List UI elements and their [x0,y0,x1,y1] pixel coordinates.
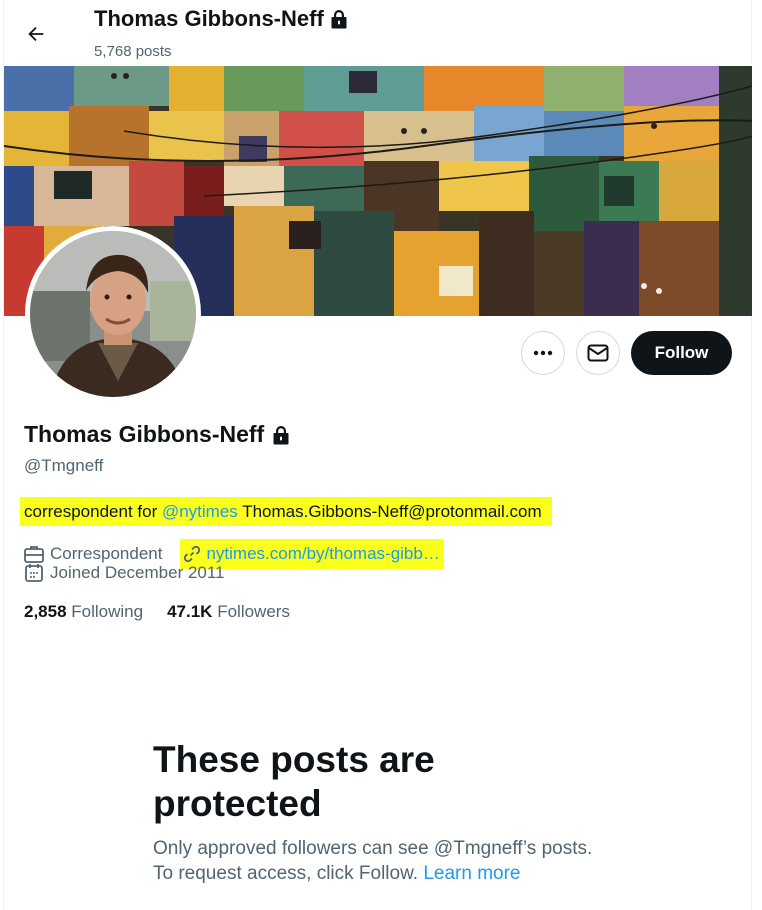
protected-line-2: To request access, click Follow. Learn m… [153,861,592,886]
follow-button[interactable]: Follow [631,331,732,375]
back-button[interactable] [16,14,56,54]
followers-link[interactable]: 47.1K Followers [167,602,290,622]
calendar-icon [25,564,43,582]
lock-icon [331,10,347,29]
profile-category: Correspondent [50,544,163,563]
header-display-name: Thomas Gibbons-Neff [94,6,324,31]
following-count: 2,858 [24,602,67,621]
profile-name-row: Thomas Gibbons-Neff [24,421,290,448]
arrow-left-icon [28,26,44,42]
website-link[interactable]: nytimes.com/by/thomas-gibb… [206,544,439,564]
follow-counts: 2,858 Following 47.1K Followers [24,602,290,622]
profile-joined: Joined December 2011 [50,563,225,582]
followers-label: Followers [217,602,290,621]
profile-bio: correspondent for @nytimes Thomas.Gibbon… [20,497,552,526]
protected-line-2-text: To request access, click Follow. [153,863,424,884]
lock-icon [273,425,289,444]
message-button[interactable] [576,331,620,375]
profile-handle: @Tmgneff [24,456,104,475]
bio-mention-link[interactable]: @nytimes [162,502,238,521]
briefcase-icon [24,546,44,563]
profile-joined-row: Joined December 2011 [24,563,225,583]
following-label: Following [71,602,144,621]
protected-line-1: Only approved followers can see @Tmgneff… [153,838,593,859]
avatar[interactable] [25,226,201,402]
followers-count: 47.1K [167,602,213,621]
header-post-count: 5,768 posts [94,43,172,60]
bio-email: Thomas.Gibbons-Neff@protonmail.com [237,502,542,521]
learn-more-link[interactable]: Learn more [423,863,520,884]
following-link[interactable]: 2,858 Following [24,602,143,622]
link-icon [184,545,201,563]
protected-title: These posts are protected [153,739,435,824]
bio-text-prefix: correspondent for [24,502,162,521]
protected-message: Only approved followers can see @Tmgneff… [153,836,592,886]
more-dots-icon [533,350,553,356]
more-button[interactable] [521,331,565,375]
envelope-icon [587,344,609,362]
header-title: Thomas Gibbons-Neff [94,6,348,32]
profile-display-name: Thomas Gibbons-Neff [24,421,265,447]
